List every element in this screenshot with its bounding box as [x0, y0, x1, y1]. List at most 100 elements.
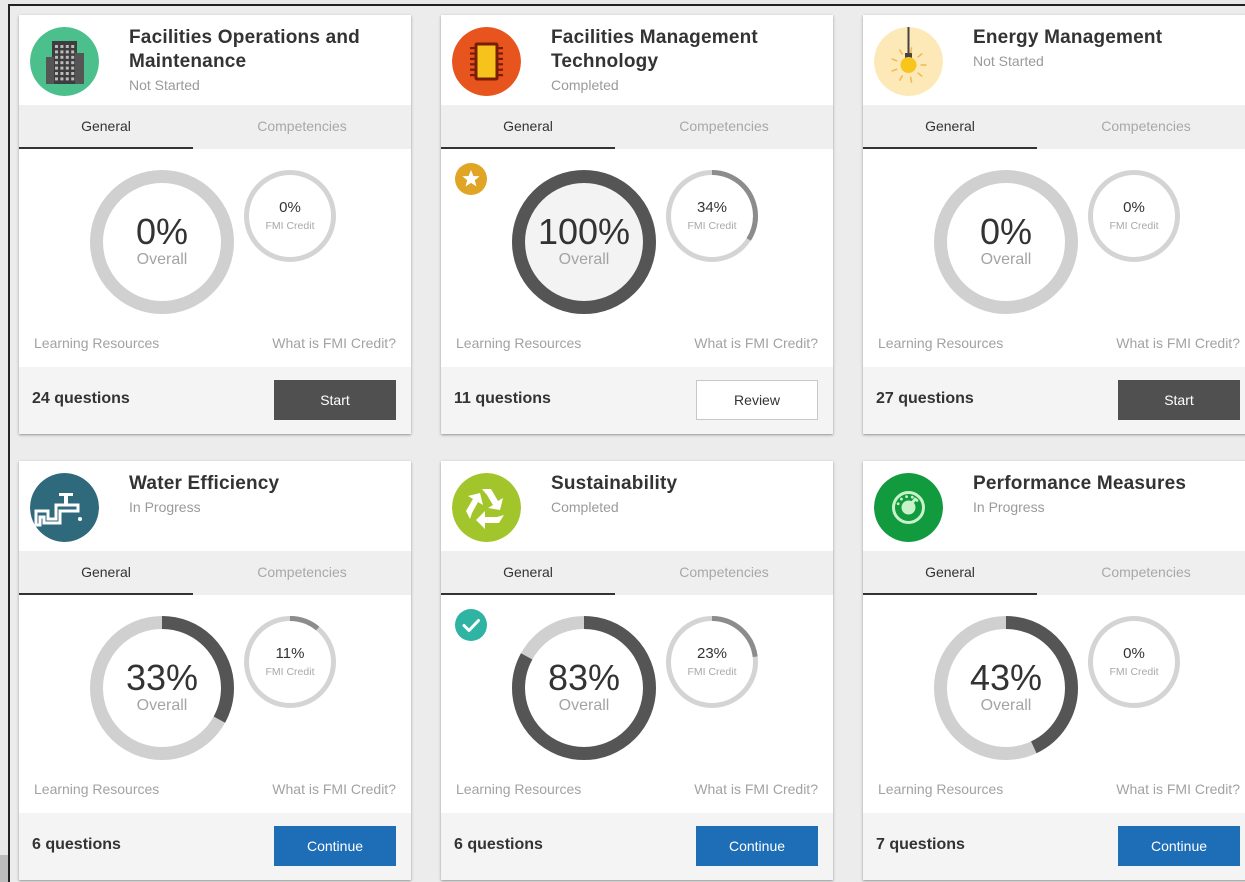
course-status: In Progress — [129, 499, 201, 515]
fmi-credit-info-link[interactable]: What is FMI Credit? — [1116, 335, 1240, 351]
course-card: Water Efficiency In Progress General Com… — [19, 461, 411, 880]
recycle-icon — [452, 473, 521, 542]
building-icon — [30, 27, 99, 96]
ring-track — [1088, 170, 1180, 262]
start-button[interactable]: Start — [1118, 380, 1240, 420]
card-header: Facilities Operations and Maintenance No… — [19, 15, 411, 105]
card-header: Facilities Management Technology Complet… — [441, 15, 833, 105]
continue-button[interactable]: Continue — [696, 826, 818, 866]
overall-progress-ring: 83% Overall — [511, 615, 657, 761]
card-body: 0% Overall 0% FMI Credit Learning Resour… — [19, 149, 411, 367]
overall-percent: 33% — [125, 657, 199, 698]
tab-competencies[interactable]: Competencies — [1059, 105, 1233, 149]
tab-general[interactable]: General — [863, 105, 1037, 149]
microchip-icon — [452, 27, 521, 96]
tab-competencies[interactable]: Competencies — [637, 105, 811, 149]
learning-resources-link[interactable]: Learning Resources — [456, 335, 581, 351]
tab-general[interactable]: General — [19, 551, 193, 595]
overall-progress-ring: 43% Overall — [933, 615, 1079, 761]
fmi-credit-ring: 34% FMI Credit — [665, 169, 759, 263]
fmi-credit-ring: 0% FMI Credit — [243, 169, 337, 263]
fmi-credit-info-link[interactable]: What is FMI Credit? — [1116, 781, 1240, 797]
course-card: Facilities Operations and Maintenance No… — [19, 15, 411, 434]
learning-resources-link[interactable]: Learning Resources — [34, 335, 159, 351]
light-bulb-icon — [874, 27, 943, 96]
card-title: Water Efficiency In Progress — [129, 472, 399, 518]
fmi-credit-info-link[interactable]: What is FMI Credit? — [272, 335, 396, 351]
overall-percent: 0% — [135, 211, 189, 252]
overall-progress-ring: 0% Overall — [933, 169, 1079, 315]
course-card: Facilities Management Technology Complet… — [441, 15, 833, 434]
question-count: 24 questions — [32, 390, 130, 407]
credit-ring-graphic — [1088, 616, 1180, 708]
credit-ring-graphic — [244, 170, 336, 262]
course-title: Energy Management — [973, 27, 1163, 48]
tab-general[interactable]: General — [441, 551, 615, 595]
card-tabs: General Competencies — [19, 105, 411, 149]
overall-percent: 83% — [547, 657, 621, 698]
ring-track — [244, 616, 336, 708]
tab-general[interactable]: General — [19, 105, 193, 149]
learning-resources-link[interactable]: Learning Resources — [456, 781, 581, 797]
credit-ring-graphic — [666, 616, 758, 708]
fmi-credit-percent: 34% — [696, 199, 728, 216]
start-button[interactable]: Start — [274, 380, 396, 420]
overall-percent: 100% — [537, 211, 631, 252]
card-footer: 11 questions Review — [441, 367, 833, 434]
tab-competencies[interactable]: Competencies — [1059, 551, 1233, 595]
tab-general[interactable]: General — [441, 105, 615, 149]
fmi-credit-percent: 11% — [275, 645, 305, 662]
card-header: Energy Management Not Started — [863, 15, 1245, 105]
learning-resources-link[interactable]: Learning Resources — [878, 781, 1003, 797]
continue-button[interactable]: Continue — [274, 826, 396, 866]
card-footer: 6 questions Continue — [19, 813, 411, 880]
tab-general[interactable]: General — [863, 551, 1037, 595]
card-body: 100% Overall 34% FMI Credit Learning Res… — [441, 149, 833, 367]
learning-resources-link[interactable]: Learning Resources — [34, 781, 159, 797]
card-header: Water Efficiency In Progress — [19, 461, 411, 551]
course-status: Completed — [551, 499, 619, 515]
course-card: Sustainability Completed General Compete… — [441, 461, 833, 880]
fmi-credit-ring: 0% FMI Credit — [1087, 169, 1181, 263]
star-badge-icon — [455, 163, 487, 195]
card-footer: 7 questions Continue — [863, 813, 1245, 880]
card-body: 43% Overall 0% FMI Credit Learning Resou… — [863, 595, 1245, 813]
continue-button[interactable]: Continue — [1118, 826, 1240, 866]
course-card: Performance Measures In Progress General… — [863, 461, 1245, 880]
overall-label: Overall — [558, 697, 610, 714]
card-title: Performance Measures In Progress — [973, 472, 1243, 518]
scroll-gutter — [0, 855, 8, 882]
tab-competencies[interactable]: Competencies — [215, 105, 389, 149]
tab-competencies[interactable]: Competencies — [637, 551, 811, 595]
fmi-credit-ring: 0% FMI Credit — [1087, 615, 1181, 709]
overall-progress-ring: 33% Overall — [89, 615, 235, 761]
card-body: 33% Overall 11% FMI Credit Learning Reso… — [19, 595, 411, 813]
learning-resources-link[interactable]: Learning Resources — [878, 335, 1003, 351]
card-title: Facilities Management Technology Complet… — [551, 26, 821, 96]
fmi-credit-ring: 23% FMI Credit — [665, 615, 759, 709]
course-title: Sustainability — [551, 473, 678, 494]
fmi-credit-percent: 23% — [696, 645, 728, 662]
credit-ring-graphic — [244, 616, 336, 708]
course-status: Completed — [551, 77, 619, 93]
review-button[interactable]: Review — [696, 380, 818, 420]
checkmark-badge-icon — [455, 609, 487, 641]
fmi-credit-info-link[interactable]: What is FMI Credit? — [272, 781, 396, 797]
fmi-credit-info-link[interactable]: What is FMI Credit? — [694, 781, 818, 797]
overall-label: Overall — [136, 697, 188, 714]
course-status: Not Started — [129, 77, 200, 93]
overall-progress-ring: 100% Overall — [511, 169, 657, 315]
question-count: 6 questions — [454, 836, 543, 853]
card-title: Facilities Operations and Maintenance No… — [129, 26, 399, 96]
overall-percent: 43% — [969, 657, 1043, 698]
tab-competencies[interactable]: Competencies — [215, 551, 389, 595]
fmi-credit-percent: 0% — [1123, 199, 1145, 216]
ring-track — [244, 170, 336, 262]
faucet-icon — [30, 473, 99, 542]
course-card: Energy Management Not Started General Co… — [863, 15, 1245, 434]
fmi-credit-label: FMI Credit — [687, 220, 737, 232]
fmi-credit-info-link[interactable]: What is FMI Credit? — [694, 335, 818, 351]
course-title: Water Efficiency — [129, 473, 280, 494]
card-footer: 27 questions Start — [863, 367, 1245, 434]
course-status: Not Started — [973, 53, 1044, 69]
